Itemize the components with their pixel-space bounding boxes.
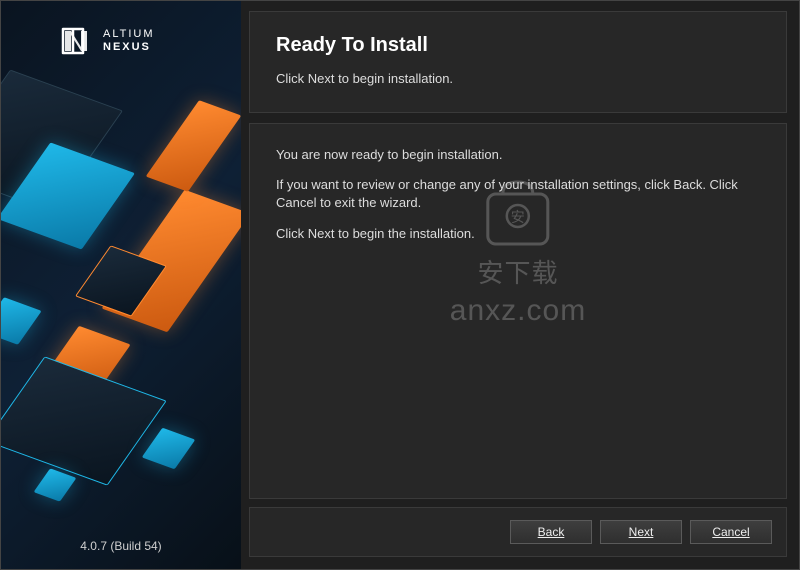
main-panel: Ready To Install Click Next to begin ins… — [241, 1, 799, 569]
footer-buttons: Back Next Cancel — [249, 507, 787, 557]
nexus-logo-icon — [59, 23, 95, 59]
page-subtitle: Click Next to begin installation. — [276, 71, 760, 86]
page-title: Ready To Install — [276, 34, 760, 57]
brand-line1: ALTIUM — [103, 28, 155, 41]
brand-logo: ALTIUM NEXUS — [59, 23, 155, 59]
sidebar-artwork — [1, 1, 241, 569]
body-text-2: If you want to review or change any of y… — [276, 176, 760, 212]
watermark-chars: 安下载 — [477, 253, 558, 290]
cancel-button[interactable]: Cancel — [690, 520, 772, 544]
body-text-3: Click Next to begin the installation. — [276, 225, 760, 243]
header-panel: Ready To Install Click Next to begin ins… — [249, 11, 787, 113]
version-label: 4.0.7 (Build 54) — [1, 539, 241, 553]
brand-line2: NEXUS — [103, 41, 155, 54]
body-text-1: You are now ready to begin installation. — [276, 146, 760, 164]
next-button[interactable]: Next — [600, 520, 682, 544]
watermark-text: anxz.com — [450, 294, 586, 328]
sidebar: ALTIUM NEXUS 4.0.7 (Build 54) — [1, 1, 241, 569]
back-button[interactable]: Back — [510, 520, 592, 544]
body-panel: You are now ready to begin installation.… — [249, 123, 787, 499]
installer-window: ALTIUM NEXUS 4.0.7 (Build 54) Ready To I… — [0, 0, 800, 570]
